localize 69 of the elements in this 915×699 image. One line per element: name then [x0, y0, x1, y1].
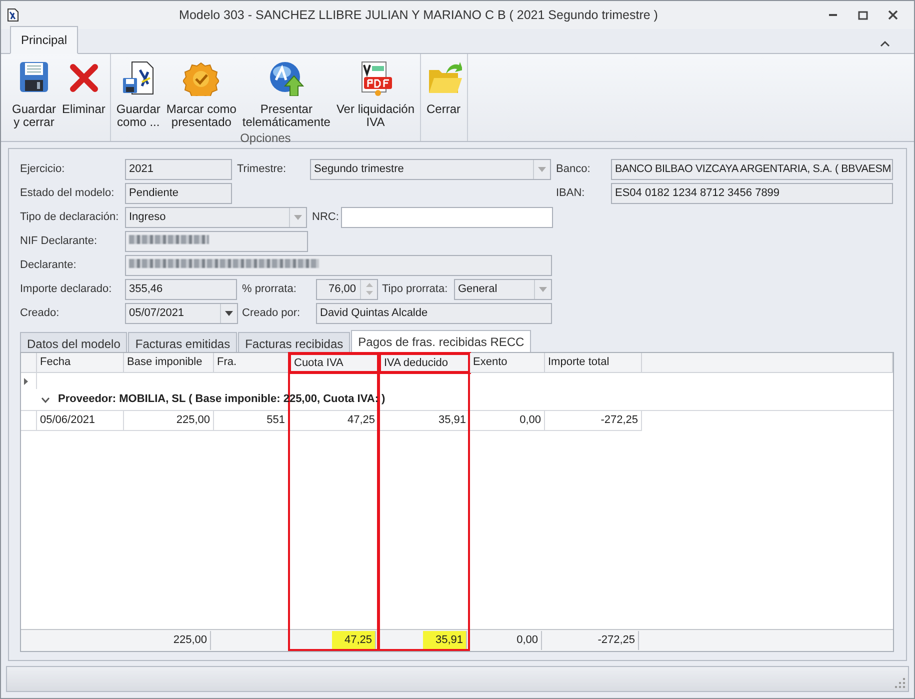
field-label: NIF Declarante: — [20, 234, 98, 249]
table-cell: -272,25 — [545, 411, 642, 431]
table-cell: 35,91 — [379, 411, 470, 431]
field-label: Declarante: — [20, 258, 78, 273]
tab[interactable]: Pagos de fras. recibidas RECC — [351, 330, 532, 352]
input-field: Pendiente — [125, 182, 232, 204]
column-header[interactable]: Fecha — [37, 353, 124, 373]
field-label: IBAN: — [556, 186, 586, 201]
globe-upload-icon — [268, 60, 304, 96]
resize-grip-icon — [895, 678, 905, 688]
toolbar-button[interactable]: Cerrar — [422, 54, 465, 125]
tab[interactable]: Facturas recibidas — [238, 332, 350, 352]
toolbar-button[interactable]: Eliminar — [59, 54, 108, 129]
window-title: Modelo 303 - SANCHEZ LLIBRE JULIAN Y MARIANO C B ( 2021 Segundo trimestre ) — [178, 6, 659, 24]
toolbar-button[interactable]: Guardar y cerrar — [9, 54, 60, 129]
collapse-icon[interactable] — [880, 40, 890, 47]
combo-box: Ingreso — [125, 206, 307, 228]
document-icon — [7, 8, 19, 22]
column-header[interactable]: Fra. — [214, 353, 289, 373]
row-indicator-icon — [24, 378, 28, 384]
column-header[interactable]: Exento — [470, 353, 545, 373]
document-floppy-icon — [120, 60, 156, 96]
toolbar-button[interactable]: Ver liquidación IVA — [333, 54, 418, 129]
toolbar-button[interactable]: Marcar como presentado — [163, 54, 240, 129]
input-field: 2021 — [125, 158, 232, 180]
field-label: Ejercicio: — [20, 162, 66, 177]
tab[interactable]: Datos del modelo — [20, 332, 128, 352]
field-label: Creado por: — [242, 306, 302, 321]
table-cell: 0,00 — [470, 411, 545, 431]
restore-icon — [858, 10, 868, 20]
spin-field: 76,00 — [316, 278, 378, 300]
field-label: Trimestre: — [237, 162, 288, 177]
field-label: % prorrata: — [242, 282, 298, 297]
seal-check-icon — [183, 60, 220, 96]
tab[interactable]: Facturas emitidas — [128, 332, 238, 352]
summary-value: 47,25 — [332, 631, 376, 650]
dropdown-arrow-icon[interactable] — [225, 310, 233, 316]
minimize-icon — [829, 14, 837, 16]
field-label: Importe declarado: — [20, 282, 113, 297]
column-header[interactable]: Importe total — [545, 353, 642, 373]
table-cell: 551 — [214, 411, 289, 431]
field-label: Tipo de declaración: — [20, 210, 120, 225]
date-field: 05/07/2021 — [125, 302, 238, 324]
summary-value: 35,91 — [423, 631, 467, 650]
input-field[interactable] — [341, 206, 553, 228]
field-label: Estado del modelo: — [20, 186, 116, 201]
input-field: 355,46 — [125, 278, 237, 300]
field-label: Tipo prorrata: — [382, 282, 449, 297]
close-icon — [888, 10, 898, 20]
table-cell: 225,00 — [124, 411, 214, 431]
toolbar-button[interactable]: Guardar como ... — [113, 54, 164, 129]
input-field: BANCO BILBAO VIZCAYA ARGENTARIA, S.A. ( BBVAESM — [611, 158, 893, 180]
input-field: David Quintas Alcalde — [316, 302, 552, 324]
field-label: Creado: — [20, 306, 60, 321]
combo-box: Segundo trimestre — [310, 158, 551, 180]
group-label: Opciones — [239, 130, 292, 145]
table-cell: 05/06/2021 — [37, 411, 124, 431]
input-field: ES04 0182 1234 8712 3456 7899 — [611, 182, 893, 204]
chevron-down-icon[interactable] — [41, 396, 50, 402]
combo-box: General — [454, 278, 552, 300]
ribbon-tab[interactable]: Principal — [10, 26, 78, 54]
toolbar-button[interactable]: Presentar telemáticamente — [239, 54, 334, 129]
summary-value: -272,25 — [586, 631, 639, 650]
field-label: Banco: — [556, 162, 592, 177]
summary-value: 225,00 — [161, 631, 211, 650]
table-cell: 47,25 — [289, 411, 379, 431]
column-header[interactable]: Base imponible — [124, 353, 214, 373]
summary-value: 0,00 — [504, 631, 542, 650]
field-label: NRC: — [312, 210, 340, 225]
